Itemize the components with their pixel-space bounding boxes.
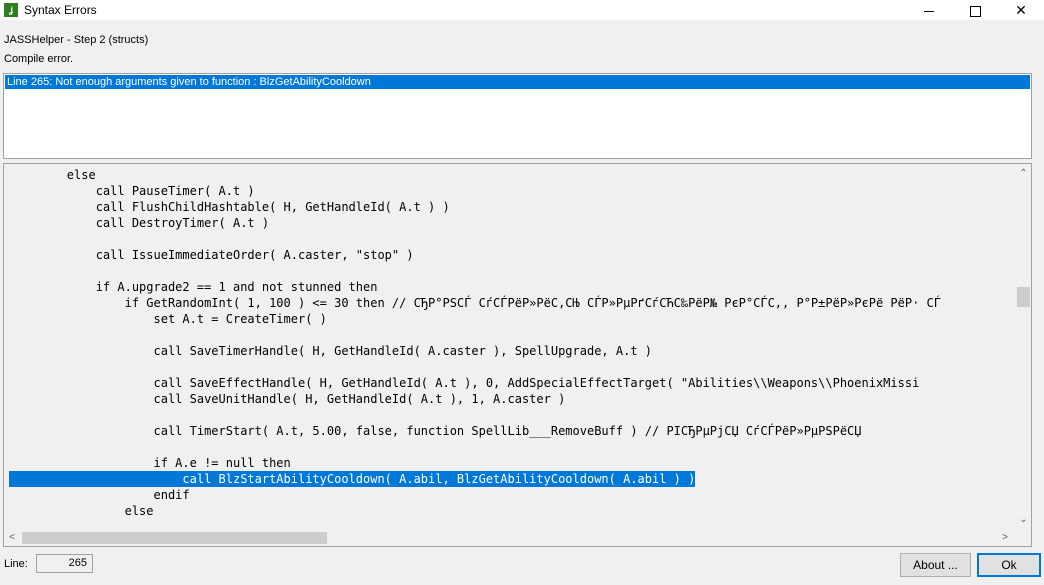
jasshelper-app-icon: ʝ (4, 3, 18, 17)
code-line[interactable]: else (9, 167, 96, 183)
vertical-scrollbar[interactable]: ⌃ ⌄ (1016, 164, 1031, 530)
code-line-selected[interactable]: call BlzStartAbilityCooldown( A.abil, Bl… (9, 471, 696, 487)
ok-button[interactable]: Ok (977, 553, 1041, 577)
code-line[interactable]: set A.t = CreateTimer( ) (9, 311, 326, 327)
code-line[interactable]: if A.upgrade2 == 1 and not stunned then (9, 279, 378, 295)
close-button[interactable]: ✕ (998, 0, 1044, 20)
code-line[interactable]: call SaveTimerHandle( H, GetHandleId( A.… (9, 343, 652, 359)
error-list[interactable]: Line 265: Not enough arguments given to … (3, 73, 1032, 159)
vertical-scroll-thumb[interactable] (1017, 287, 1030, 307)
code-line[interactable]: call SaveEffectHandle( H, GetHandleId( A… (9, 375, 919, 391)
scroll-left-icon[interactable]: < (6, 532, 18, 544)
status-label: Compile error. (4, 53, 74, 65)
about-button[interactable]: About ... (900, 553, 971, 577)
window-title: Syntax Errors (24, 3, 97, 17)
close-icon: ✕ (1015, 2, 1027, 18)
code-line[interactable]: call TimerStart( A.t, 5.00, false, funct… (9, 423, 861, 439)
error-list-item[interactable]: Line 265: Not enough arguments given to … (5, 75, 1030, 89)
code-line[interactable]: call IssueImmediateOrder( A.caster, "sto… (9, 247, 414, 263)
line-label: Line: (4, 558, 28, 570)
minimize-button[interactable] (906, 0, 952, 20)
scroll-down-icon[interactable]: ⌄ (1016, 514, 1031, 526)
code-line[interactable]: call PauseTimer( A.t ) (9, 183, 255, 199)
horizontal-scrollbar[interactable]: < > (4, 530, 1016, 546)
horizontal-scroll-thumb[interactable] (22, 532, 327, 544)
code-line[interactable]: if GetRandomInt( 1, 100 ) <= 30 then // … (9, 295, 941, 311)
line-number-field[interactable]: 265 (36, 554, 93, 573)
code-line[interactable]: if A.e != null then (9, 455, 290, 471)
scroll-up-icon[interactable]: ⌃ (1016, 168, 1031, 180)
minimize-icon (924, 10, 934, 12)
code-line[interactable]: else (9, 503, 154, 519)
maximize-button[interactable] (952, 0, 998, 20)
code-line[interactable]: endif (9, 487, 189, 503)
step-label: JASSHelper - Step 2 (structs) (4, 34, 149, 46)
title-bar: ʝ Syntax Errors ✕ (0, 0, 1044, 20)
code-line[interactable]: call FlushChildHashtable( H, GetHandleId… (9, 199, 450, 215)
scroll-right-icon[interactable]: > (999, 532, 1011, 544)
code-view[interactable]: else call PauseTimer( A.t ) call FlushCh… (3, 163, 1032, 547)
maximize-icon (969, 5, 981, 17)
code-line[interactable]: call SaveUnitHandle( H, GetHandleId( A.t… (9, 391, 565, 407)
scroll-corner (1016, 530, 1031, 546)
code-line[interactable]: call DestroyTimer( A.t ) (9, 215, 269, 231)
